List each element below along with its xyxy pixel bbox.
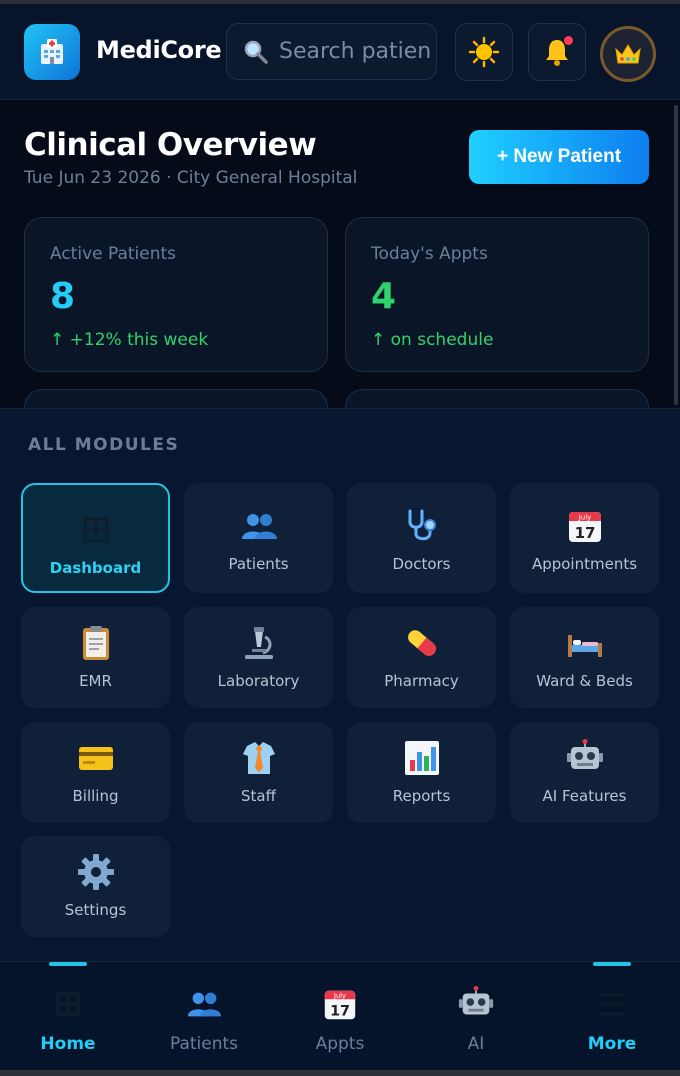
- modules-title: ALL MODULES: [28, 435, 180, 455]
- stat-card-todays-appts[interactable]: Today's Appts 4 ↑ on schedule: [345, 217, 649, 372]
- module-label: Staff: [241, 787, 276, 805]
- stethoscope-icon: [408, 509, 436, 541]
- svg-text:17: 17: [330, 1003, 350, 1019]
- search-icon: [244, 40, 268, 64]
- bottom-nav: Home Patients July 17 Appts AI More: [0, 961, 680, 1070]
- module-label: Ward & Beds: [536, 672, 633, 690]
- clipboard-icon: [82, 626, 109, 660]
- page-title: Clinical Overview: [24, 127, 317, 163]
- notifications-button[interactable]: [528, 23, 586, 81]
- microscope-icon: [244, 627, 273, 659]
- module-ward-beds[interactable]: Ward & Beds: [510, 607, 659, 708]
- new-patient-button[interactable]: + New Patient: [469, 130, 649, 184]
- module-label: Patients: [228, 555, 289, 573]
- svg-text:July: July: [333, 992, 346, 1000]
- bar-chart-icon: [404, 741, 439, 775]
- modules-sheet: ALL MODULES Dashboard Patients Doctors J…: [0, 408, 680, 961]
- page-subtitle: Tue Jun 23 2026 · City General Hospital: [24, 168, 358, 188]
- nav-more[interactable]: More: [544, 962, 680, 1071]
- module-label: Dashboard: [49, 559, 142, 577]
- module-label: EMR: [79, 672, 112, 690]
- module-doctors[interactable]: Doctors: [347, 483, 496, 593]
- module-label: Billing: [72, 787, 119, 805]
- app-header: MediCore: [0, 4, 680, 100]
- nav-label: More: [587, 1034, 637, 1054]
- stat-delta: ↑ on schedule: [371, 330, 494, 350]
- nav-label: AI: [467, 1034, 485, 1054]
- nav-ai[interactable]: AI: [408, 962, 544, 1071]
- grid-icon: [56, 992, 80, 1016]
- nav-active-indicator: [593, 962, 631, 966]
- pill-icon: [407, 630, 436, 656]
- nav-label: Patients: [169, 1034, 239, 1054]
- sun-icon: [468, 36, 500, 68]
- stat-label: Today's Appts: [371, 244, 488, 264]
- stat-card-partial[interactable]: [345, 389, 649, 408]
- scrollbar[interactable]: [674, 105, 678, 405]
- module-patients[interactable]: Patients: [184, 483, 333, 593]
- module-label: Laboratory: [217, 672, 300, 690]
- nav-home[interactable]: Home: [0, 962, 136, 1071]
- module-staff[interactable]: Staff: [184, 722, 333, 823]
- search-input[interactable]: [279, 39, 436, 64]
- module-label: Reports: [392, 787, 451, 805]
- people-icon: [241, 514, 277, 539]
- module-dashboard[interactable]: Dashboard: [21, 483, 170, 593]
- module-label: Appointments: [531, 555, 638, 573]
- calendar-icon: July 17: [568, 512, 601, 542]
- module-label: Settings: [64, 901, 127, 919]
- nav-patients[interactable]: Patients: [136, 962, 272, 1071]
- people-icon: [187, 992, 222, 1017]
- notification-badge: [564, 36, 573, 45]
- svg-text:July: July: [577, 514, 591, 522]
- nav-appts[interactable]: July 17 Appts: [272, 962, 408, 1071]
- calendar-icon: July 17: [324, 990, 356, 1019]
- robot-icon: [458, 985, 494, 1015]
- bottom-strip: [0, 1070, 680, 1076]
- crown-icon: [615, 44, 641, 64]
- search-bar[interactable]: [226, 23, 437, 80]
- stat-card-partial[interactable]: [24, 389, 328, 408]
- robot-icon: [566, 739, 603, 769]
- hospital-icon[interactable]: [24, 24, 80, 80]
- stat-value: 8: [50, 276, 76, 317]
- module-ai-features[interactable]: AI Features: [510, 722, 659, 823]
- brand-name: MediCore: [96, 36, 222, 64]
- credit-card-icon: [78, 747, 113, 770]
- nav-label: Appts: [315, 1034, 365, 1054]
- module-billing[interactable]: Billing: [21, 722, 170, 823]
- module-pharmacy[interactable]: Pharmacy: [347, 607, 496, 708]
- avatar[interactable]: [600, 26, 656, 82]
- module-appointments[interactable]: July 17 Appointments: [510, 483, 659, 593]
- nav-label: Home: [40, 1034, 96, 1054]
- module-emr[interactable]: EMR: [21, 607, 170, 708]
- stat-value: 4: [371, 276, 397, 317]
- stat-label: Active Patients: [50, 244, 177, 264]
- stat-delta: ↑ +12% this week: [50, 330, 209, 350]
- module-label: Pharmacy: [384, 672, 459, 690]
- bed-icon: [567, 635, 602, 657]
- module-settings[interactable]: Settings: [21, 836, 170, 937]
- menu-icon: [599, 993, 625, 1016]
- shirt-tie-icon: [242, 742, 275, 774]
- grid-icon: [83, 517, 108, 543]
- nav-active-indicator: [49, 962, 87, 966]
- stat-card-active-patients[interactable]: Active Patients 8 ↑ +12% this week: [24, 217, 328, 372]
- module-reports[interactable]: Reports: [347, 722, 496, 823]
- gear-icon: [77, 854, 114, 890]
- svg-text:17: 17: [574, 524, 595, 542]
- module-laboratory[interactable]: Laboratory: [184, 607, 333, 708]
- clinical-overview: Clinical Overview Tue Jun 23 2026 · City…: [0, 101, 680, 408]
- theme-toggle-button[interactable]: [455, 23, 513, 81]
- module-label: Doctors: [392, 555, 451, 573]
- module-label: AI Features: [542, 787, 627, 805]
